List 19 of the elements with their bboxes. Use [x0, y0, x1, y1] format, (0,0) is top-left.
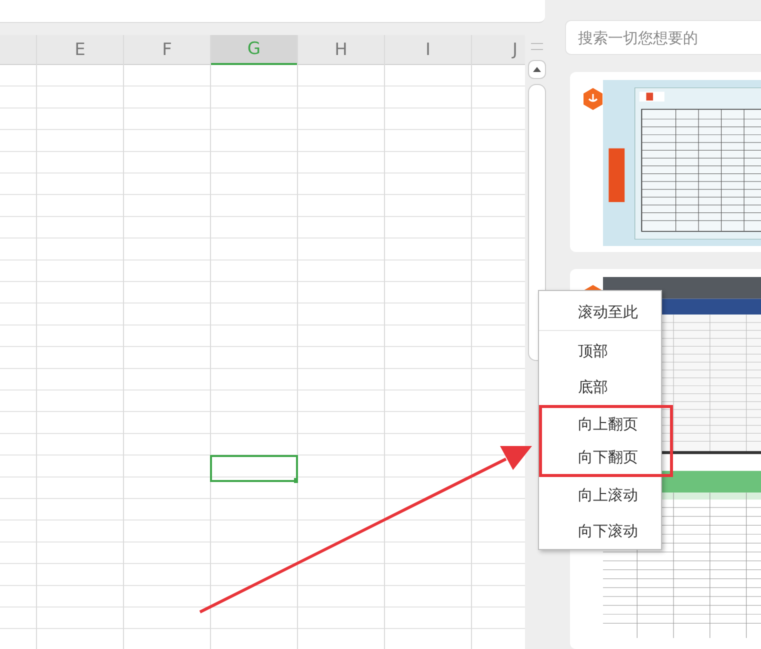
- column-header[interactable]: J: [472, 35, 525, 65]
- menu-item[interactable]: 向上滚动: [539, 477, 661, 513]
- caret-up-icon: [532, 67, 540, 72]
- template-card[interactable]: [570, 72, 761, 252]
- menu-item[interactable]: 向上翻页: [542, 408, 670, 441]
- menu-item[interactable]: 向下滚动: [539, 513, 661, 549]
- scrollbar-thumb[interactable]: [528, 84, 546, 361]
- column-header[interactable]: I: [385, 35, 471, 65]
- search-field[interactable]: 搜索一切您想要的: [565, 20, 761, 55]
- menu-item[interactable]: 顶部: [539, 333, 661, 369]
- scroll-up-button[interactable]: [528, 60, 546, 79]
- menu-item[interactable]: 底部: [539, 369, 661, 405]
- column-header[interactable]: E: [37, 35, 123, 65]
- active-cell[interactable]: [210, 455, 298, 482]
- hexagon-icon: [583, 88, 603, 110]
- grip-icon: [530, 43, 542, 50]
- column-header[interactable]: F: [124, 35, 210, 65]
- menu-item[interactable]: 向下翻页: [542, 441, 670, 474]
- column-header[interactable]: H: [298, 35, 384, 65]
